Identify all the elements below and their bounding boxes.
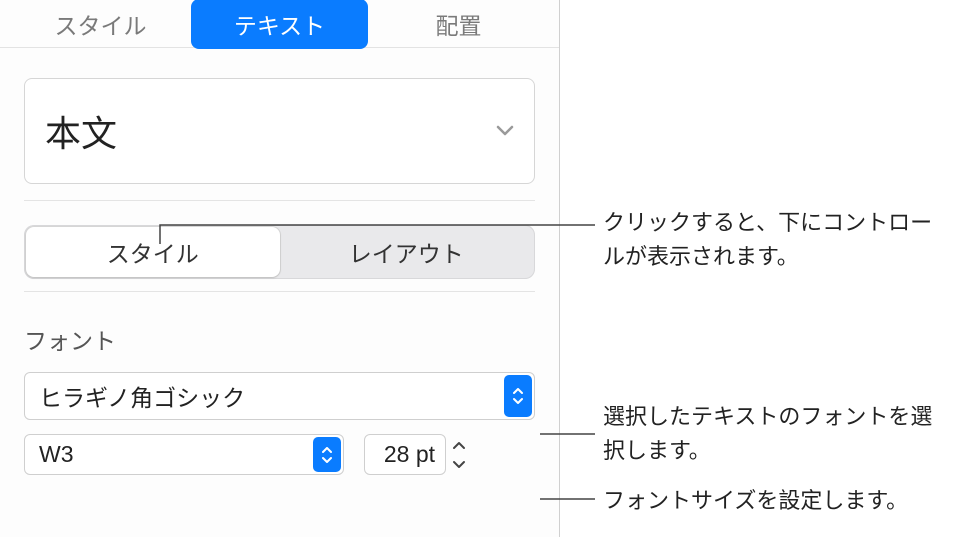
tab-text-label: テキスト [234,13,325,39]
font-size-group: 28 pt [364,434,470,475]
tab-arrange-label: 配置 [436,13,482,39]
divider [24,291,535,292]
popup-knob-icon [504,375,532,417]
tab-style-label: スタイル [55,13,147,39]
callout-font-family: 選択したテキストのフォントを選択します。 [603,400,943,468]
tab-arrange[interactable]: 配置 [370,0,547,49]
font-weight-value: W3 [39,441,74,468]
font-section-header: フォント [24,322,535,356]
divider [24,200,535,201]
callout-font-size: フォントサイズを設定します。 [603,484,953,518]
font-size-value: 28 pt [384,441,435,467]
tab-style[interactable]: スタイル [12,0,189,49]
segment-layout[interactable]: レイアウト [280,227,534,277]
font-family-value: ヒラギノ角ゴシック [39,379,245,413]
inspector-tabs: スタイル テキスト 配置 [0,0,559,48]
segmented-control: スタイル レイアウト [24,225,535,279]
tab-text[interactable]: テキスト [191,0,368,49]
inspector-panel: スタイル テキスト 配置 本文 スタイル レイアウト フォント ヒラギノ角ゴシッ… [0,0,560,537]
font-weight-popup[interactable]: W3 [24,434,344,475]
segment-style[interactable]: スタイル [26,227,280,277]
stepper-down[interactable] [448,455,470,473]
paragraph-style-label: 本文 [45,105,117,157]
paragraph-style-popup[interactable]: 本文 [24,78,535,184]
popup-knob-icon [313,437,341,472]
font-family-popup[interactable]: ヒラギノ角ゴシック [24,372,535,420]
segment-style-label: スタイル [107,241,199,267]
segment-layout-label: レイアウト [349,241,464,267]
font-size-stepper [448,436,470,473]
stepper-up[interactable] [448,436,470,454]
font-size-field[interactable]: 28 pt [364,434,446,475]
callout-segmented: クリックすると、下にコントロールが表示されます。 [603,206,933,274]
chevron-down-icon [496,125,514,137]
